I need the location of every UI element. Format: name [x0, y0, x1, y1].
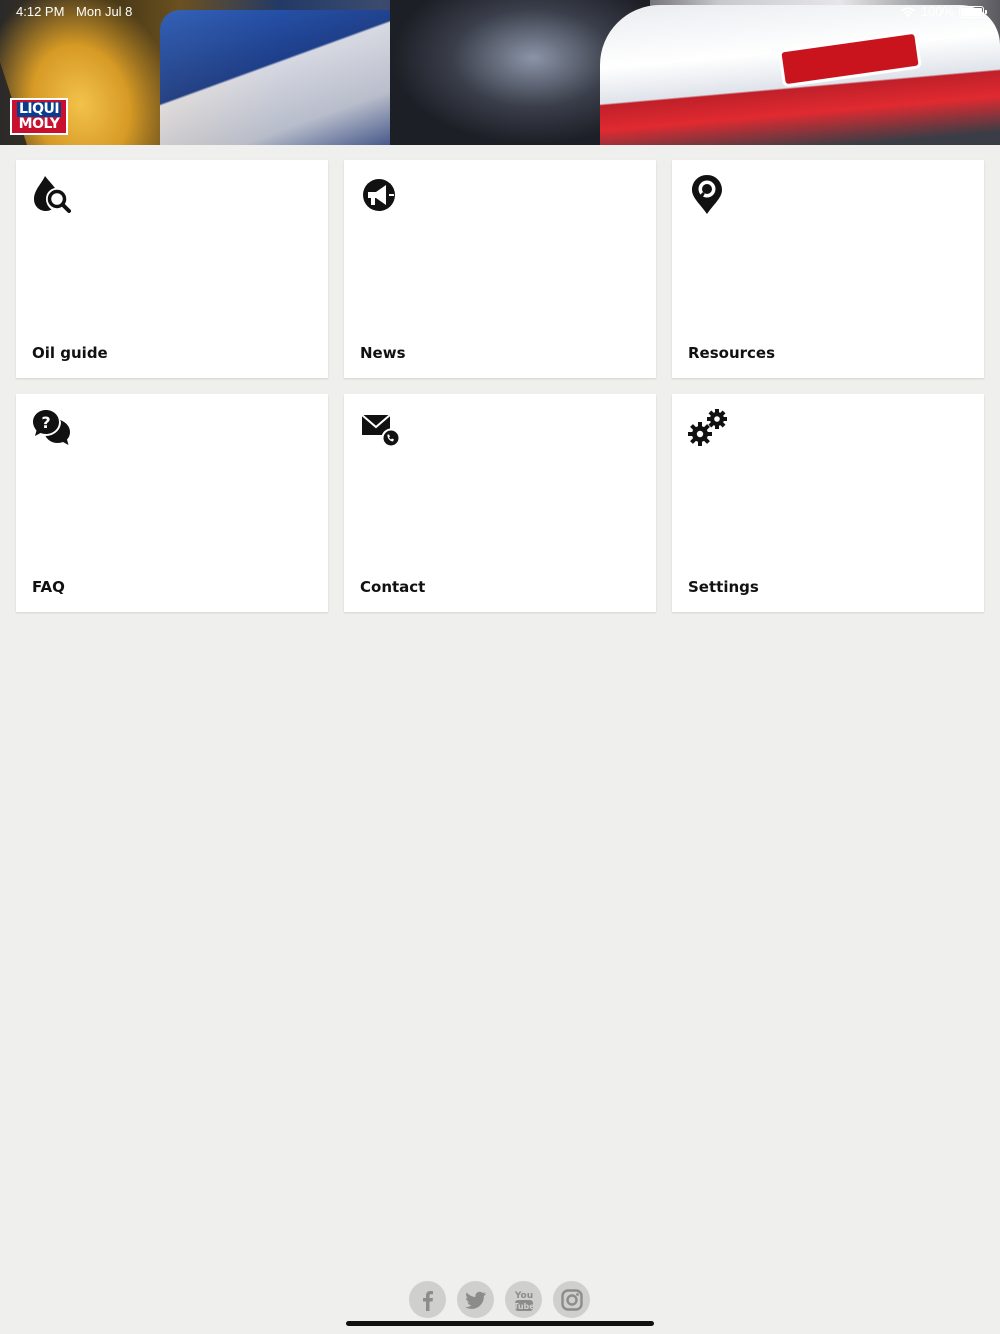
megaphone-icon [363, 179, 395, 211]
home-indicator[interactable] [346, 1321, 654, 1326]
logo-text-bottom: MOLY [18, 115, 60, 132]
tile-label: Oil guide [32, 344, 108, 362]
map-pin-icon [692, 175, 722, 214]
tile-label: Settings [688, 578, 759, 596]
oil-drop-search-icon [34, 176, 71, 213]
instagram-button[interactable] [553, 1281, 590, 1318]
tile-contact[interactable]: Contact [344, 394, 656, 612]
svg-text:You: You [513, 1291, 532, 1301]
mail-phone-icon [361, 414, 400, 448]
tile-label: Contact [360, 578, 426, 596]
battery-percent: 100% [920, 4, 954, 19]
twitter-button[interactable] [457, 1281, 494, 1318]
status-time: 4:12 PM [16, 4, 65, 19]
facebook-button[interactable] [409, 1281, 446, 1318]
status-bar-left: 4:12 PM Mon Jul 8 [16, 4, 140, 19]
status-date: Mon Jul 8 [76, 4, 133, 19]
truck-graphic [160, 10, 420, 145]
header-banner: 4:12 PM Mon Jul 8 100% LIQUI MOLY [0, 0, 1000, 145]
tile-faq[interactable]: ? FAQ [16, 394, 328, 612]
tile-label: FAQ [32, 578, 65, 596]
youtube-button[interactable]: You Tube [505, 1281, 542, 1318]
social-links: You Tube [409, 1281, 590, 1318]
tile-news[interactable]: News [344, 160, 656, 378]
gears-icon [688, 409, 727, 446]
status-bar-right: 100% [900, 4, 987, 19]
chat-question-icon: ? [33, 410, 70, 445]
svg-text:?: ? [41, 413, 50, 432]
twitter-icon [464, 1291, 486, 1309]
logo-text-top: LIQUI [16, 100, 62, 117]
tile-resources[interactable]: Resources [672, 160, 984, 378]
tile-oil-guide[interactable]: Oil guide [16, 160, 328, 378]
youtube-icon: You Tube [513, 1291, 535, 1311]
instagram-icon [560, 1288, 583, 1311]
svg-text:Tube: Tube [513, 1302, 535, 1311]
liqui-moly-logo: LIQUI MOLY [10, 98, 68, 135]
menu-grid: Oil guide News Resources ? FAQ Contact S… [16, 160, 984, 612]
facebook-icon [422, 1290, 433, 1311]
tile-label: News [360, 344, 406, 362]
battery-icon [959, 5, 987, 18]
wifi-icon [900, 7, 915, 17]
tile-settings[interactable]: Settings [672, 394, 984, 612]
tile-label: Resources [688, 344, 776, 362]
